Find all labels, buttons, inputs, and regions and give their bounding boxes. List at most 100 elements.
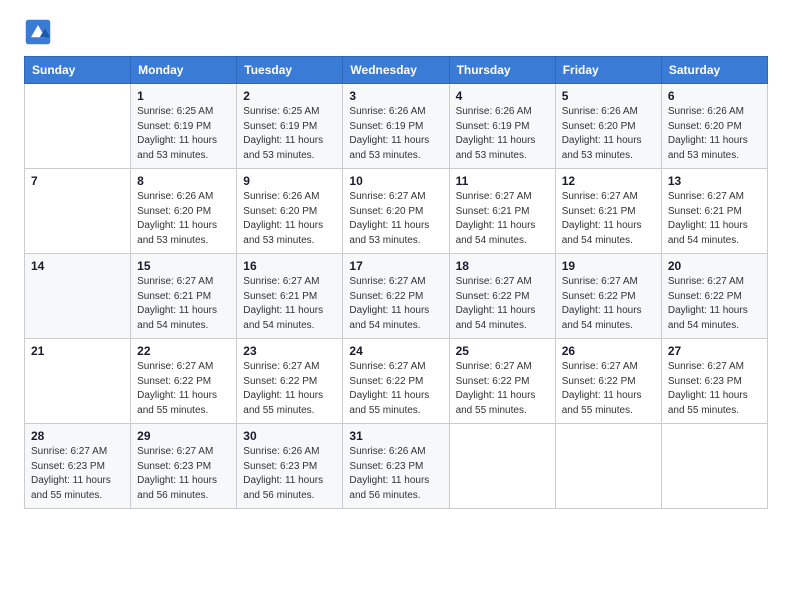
calendar-week-3: 14 15 Sunrise: 6:27 AM Sunset: 6:21 PM Day… xyxy=(25,254,768,339)
calendar-header: SundayMondayTuesdayWednesdayThursdayFrid… xyxy=(25,57,768,84)
calendar-cell xyxy=(555,424,661,509)
day-number: 16 xyxy=(243,259,336,273)
day-info: Sunrise: 6:27 AM Sunset: 6:23 PM Dayligh… xyxy=(137,445,230,503)
day-info: Sunrise: 6:27 AM Sunset: 6:22 PM Dayligh… xyxy=(349,275,442,333)
day-number: 25 xyxy=(456,344,549,358)
day-info: Sunrise: 6:27 AM Sunset: 6:22 PM Dayligh… xyxy=(456,275,549,333)
calendar-cell: 13Sunrise: 6:27 AM Sunset: 6:21 PM Dayli… xyxy=(661,169,767,254)
calendar-cell: 12 Sunrise: 6:27 AM Sunset: 6:21 PM Dayli… xyxy=(555,169,661,254)
day-number: 27 xyxy=(668,344,761,358)
day-info: Sunrise: 6:27 AM Sunset: 6:21 PM Dayligh… xyxy=(562,190,655,248)
calendar-cell: 21 xyxy=(25,339,131,424)
day-info: Sunrise: 6:27 AM Sunset: 6:23 PM Dayligh… xyxy=(31,445,124,503)
header xyxy=(24,18,768,46)
calendar-cell: 15 Sunrise: 6:27 AM Sunset: 6:21 PM Dayli… xyxy=(131,254,237,339)
calendar-cell: 4 Sunrise: 6:26 AM Sunset: 6:19 PM Daylig… xyxy=(449,84,555,169)
calendar-cell: 31 Sunrise: 6:26 AM Sunset: 6:23 PM Dayli… xyxy=(343,424,449,509)
calendar-cell: 19 Sunrise: 6:27 AM Sunset: 6:22 PM Dayli… xyxy=(555,254,661,339)
day-info: Sunrise: 6:26 AM Sunset: 6:23 PM Dayligh… xyxy=(243,445,336,503)
day-number: 18 xyxy=(456,259,549,273)
day-number: 14 xyxy=(31,259,124,273)
day-info: Sunrise: 6:27 AM Sunset: 6:23 PM Dayligh… xyxy=(668,360,761,418)
day-number: 23 xyxy=(243,344,336,358)
day-info: Sunrise: 6:27 AM Sunset: 6:20 PM Dayligh… xyxy=(349,190,442,248)
weekday-header-monday: Monday xyxy=(131,57,237,84)
calendar-cell: 9 Sunrise: 6:26 AM Sunset: 6:20 PM Daylig… xyxy=(237,169,343,254)
day-info: Sunrise: 6:25 AM Sunset: 6:19 PM Dayligh… xyxy=(137,105,230,163)
day-number: 29 xyxy=(137,429,230,443)
day-info: Sunrise: 6:26 AM Sunset: 6:19 PM Dayligh… xyxy=(456,105,549,163)
calendar-week-1: 1 Sunrise: 6:25 AM Sunset: 6:19 PM Daylig… xyxy=(25,84,768,169)
day-info: Sunrise: 6:27 AM Sunset: 6:21 PM Dayligh… xyxy=(456,190,549,248)
weekday-row: SundayMondayTuesdayWednesdayThursdayFrid… xyxy=(25,57,768,84)
day-number: 6 xyxy=(668,89,761,103)
calendar-cell: 26Sunrise: 6:27 AM Sunset: 6:22 PM Dayli… xyxy=(555,339,661,424)
calendar-cell: 29 Sunrise: 6:27 AM Sunset: 6:23 PM Dayli… xyxy=(131,424,237,509)
day-number: 10 xyxy=(349,174,442,188)
day-number: 5 xyxy=(562,89,655,103)
day-number: 3 xyxy=(349,89,442,103)
day-info: Sunrise: 6:27 AM Sunset: 6:22 PM Dayligh… xyxy=(668,275,761,333)
day-info: Sunrise: 6:27 AM Sunset: 6:21 PM Dayligh… xyxy=(243,275,336,333)
calendar-week-2: 78 Sunrise: 6:26 AM Sunset: 6:20 PM Dayli… xyxy=(25,169,768,254)
day-info: Sunrise: 6:27 AM Sunset: 6:22 PM Dayligh… xyxy=(137,360,230,418)
calendar-week-4: 21 22 Sunrise: 6:27 AM Sunset: 6:22 PM Day… xyxy=(25,339,768,424)
calendar-cell: 17 Sunrise: 6:27 AM Sunset: 6:22 PM Dayli… xyxy=(343,254,449,339)
calendar-cell: 2 Sunrise: 6:25 AM Sunset: 6:19 PM Daylig… xyxy=(237,84,343,169)
day-number: 7 xyxy=(31,174,124,188)
day-number: 12 xyxy=(562,174,655,188)
day-info: Sunrise: 6:26 AM Sunset: 6:20 PM Dayligh… xyxy=(668,105,761,163)
calendar-cell: 7 xyxy=(25,169,131,254)
day-number: 17 xyxy=(349,259,442,273)
day-number: 15 xyxy=(137,259,230,273)
calendar-cell: 27 Sunrise: 6:27 AM Sunset: 6:23 PM Dayli… xyxy=(661,339,767,424)
day-number: 9 xyxy=(243,174,336,188)
day-number: 31 xyxy=(349,429,442,443)
day-number: 21 xyxy=(31,344,124,358)
calendar-cell xyxy=(25,84,131,169)
calendar-cell: 18 Sunrise: 6:27 AM Sunset: 6:22 PM Dayli… xyxy=(449,254,555,339)
calendar-cell: 30 Sunrise: 6:26 AM Sunset: 6:23 PM Dayli… xyxy=(237,424,343,509)
day-info: Sunrise: 6:25 AM Sunset: 6:19 PM Dayligh… xyxy=(243,105,336,163)
calendar-cell xyxy=(661,424,767,509)
day-info: Sunrise: 6:27 AM Sunset: 6:22 PM Dayligh… xyxy=(456,360,549,418)
day-info: Sunrise: 6:27 AM Sunset: 6:22 PM Dayligh… xyxy=(562,275,655,333)
day-info: Sunrise: 6:27 AM Sunset: 6:22 PM Dayligh… xyxy=(243,360,336,418)
calendar-cell: 28 Sunrise: 6:27 AM Sunset: 6:23 PM Dayli… xyxy=(25,424,131,509)
calendar-body: 1 Sunrise: 6:25 AM Sunset: 6:19 PM Daylig… xyxy=(25,84,768,509)
day-number: 11 xyxy=(456,174,549,188)
page: SundayMondayTuesdayWednesdayThursdayFrid… xyxy=(0,0,792,612)
calendar-cell: 8 Sunrise: 6:26 AM Sunset: 6:20 PM Daylig… xyxy=(131,169,237,254)
day-number: 1 xyxy=(137,89,230,103)
day-number: 4 xyxy=(456,89,549,103)
weekday-header-sunday: Sunday xyxy=(25,57,131,84)
calendar-cell: 20Sunrise: 6:27 AM Sunset: 6:22 PM Dayli… xyxy=(661,254,767,339)
weekday-header-friday: Friday xyxy=(555,57,661,84)
day-info: Sunrise: 6:26 AM Sunset: 6:20 PM Dayligh… xyxy=(562,105,655,163)
day-number: 19 xyxy=(562,259,655,273)
day-info: Sunrise: 6:26 AM Sunset: 6:19 PM Dayligh… xyxy=(349,105,442,163)
day-number: 22 xyxy=(137,344,230,358)
day-info: Sunrise: 6:27 AM Sunset: 6:21 PM Dayligh… xyxy=(137,275,230,333)
calendar-cell: 6 Sunrise: 6:26 AM Sunset: 6:20 PM Daylig… xyxy=(661,84,767,169)
calendar-week-5: 28 Sunrise: 6:27 AM Sunset: 6:23 PM Dayli… xyxy=(25,424,768,509)
logo xyxy=(24,18,54,46)
day-info: Sunrise: 6:27 AM Sunset: 6:22 PM Dayligh… xyxy=(562,360,655,418)
calendar-cell: 24Sunrise: 6:27 AM Sunset: 6:22 PM Dayli… xyxy=(343,339,449,424)
calendar-cell: 14 xyxy=(25,254,131,339)
day-number: 2 xyxy=(243,89,336,103)
calendar-cell: 11 Sunrise: 6:27 AM Sunset: 6:21 PM Dayli… xyxy=(449,169,555,254)
calendar-cell xyxy=(449,424,555,509)
calendar-cell: 16 Sunrise: 6:27 AM Sunset: 6:21 PM Dayli… xyxy=(237,254,343,339)
weekday-header-saturday: Saturday xyxy=(661,57,767,84)
calendar-cell: 3 Sunrise: 6:26 AM Sunset: 6:19 PM Daylig… xyxy=(343,84,449,169)
calendar-table: SundayMondayTuesdayWednesdayThursdayFrid… xyxy=(24,56,768,509)
calendar-cell: 23 Sunrise: 6:27 AM Sunset: 6:22 PM Dayli… xyxy=(237,339,343,424)
day-info: Sunrise: 6:26 AM Sunset: 6:23 PM Dayligh… xyxy=(349,445,442,503)
day-info: Sunrise: 6:26 AM Sunset: 6:20 PM Dayligh… xyxy=(137,190,230,248)
logo-icon xyxy=(24,18,52,46)
day-info: Sunrise: 6:26 AM Sunset: 6:20 PM Dayligh… xyxy=(243,190,336,248)
day-number: 30 xyxy=(243,429,336,443)
day-number: 8 xyxy=(137,174,230,188)
day-number: 28 xyxy=(31,429,124,443)
